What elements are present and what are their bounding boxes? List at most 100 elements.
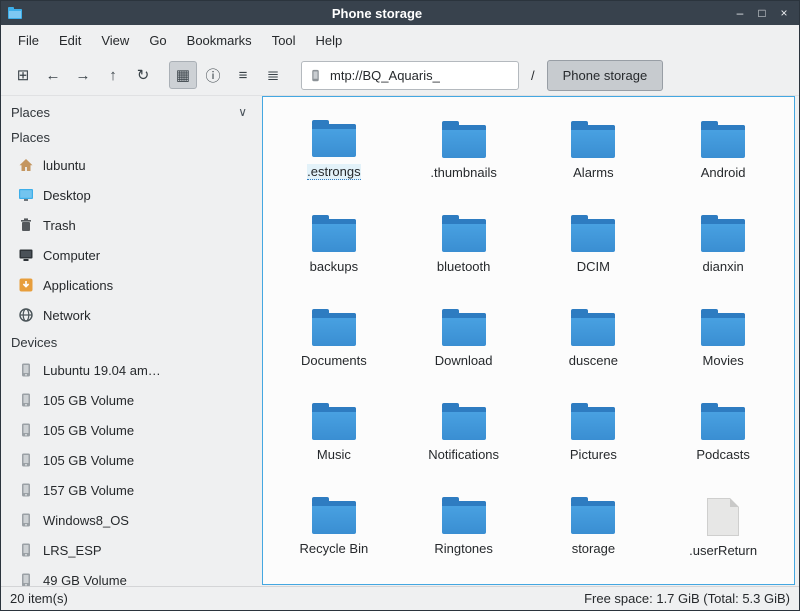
sidebar-device-lubuntu[interactable]: Lubuntu 19.04 am… xyxy=(1,355,261,385)
file-item[interactable]: Recycle Bin xyxy=(269,481,399,575)
file-item[interactable]: Ringtones xyxy=(399,481,529,575)
sidebar-item-label: 49 GB Volume xyxy=(43,573,127,587)
device-icon xyxy=(18,572,34,586)
file-item[interactable]: backups xyxy=(269,199,399,293)
device-icon xyxy=(18,512,34,528)
file-item[interactable]: Pictures xyxy=(529,387,659,481)
computer-icon xyxy=(18,247,34,263)
sidebar-item-label: 105 GB Volume xyxy=(43,393,134,408)
path-root-crumb[interactable]: / xyxy=(519,68,547,83)
sidebar: Places ∨ Places lubuntu Desktop xyxy=(1,96,261,586)
file-item-label: Documents xyxy=(301,353,367,368)
sidebar-item-network[interactable]: Network xyxy=(1,300,261,330)
file-item[interactable]: Download xyxy=(399,293,529,387)
file-item[interactable]: storage xyxy=(529,481,659,575)
menu-help[interactable]: Help xyxy=(307,29,352,52)
sidebar-item-applications[interactable]: Applications xyxy=(1,270,261,300)
chevron-down-icon[interactable]: ∨ xyxy=(234,105,251,119)
sidebar-item-trash[interactable]: Trash xyxy=(1,210,261,240)
file-item-label: .thumbnails xyxy=(430,165,496,180)
sidebar-device-windows8[interactable]: Windows8_OS xyxy=(1,505,261,535)
applications-icon xyxy=(18,277,34,293)
sidebar-item-home[interactable]: lubuntu xyxy=(1,150,261,180)
folder-icon xyxy=(701,125,745,158)
folder-icon xyxy=(571,313,615,346)
menu-file[interactable]: File xyxy=(9,29,48,52)
menu-view[interactable]: View xyxy=(92,29,138,52)
sidebar-device-volume-1[interactable]: 105 GB Volume xyxy=(1,385,261,415)
file-item[interactable]: .thumbnails xyxy=(399,105,529,199)
pathbar: / Phone storage xyxy=(301,60,791,91)
info-icon[interactable]: ⓘ xyxy=(199,61,227,89)
back-icon[interactable]: ← xyxy=(39,61,67,89)
mtp-device-icon xyxy=(309,69,322,82)
file-item[interactable]: .userReturn xyxy=(658,481,788,575)
file-item-label: Podcasts xyxy=(696,447,749,462)
toolbar: ⊞ ← → ↑ ↻ ▦ ⓘ ≡ ≣ / Phone storage xyxy=(1,55,799,96)
file-item[interactable]: Documents xyxy=(269,293,399,387)
file-item[interactable]: .estrongs xyxy=(269,105,399,199)
sidebar-item-label: lubuntu xyxy=(43,158,86,173)
new-tab-icon[interactable]: ⊞ xyxy=(9,61,37,89)
sidebar-item-label: 105 GB Volume xyxy=(43,423,134,438)
file-item-label: duscene xyxy=(569,353,618,368)
icon-view-icon[interactable]: ▦ xyxy=(169,61,197,89)
sidebar-device-volume-2[interactable]: 105 GB Volume xyxy=(1,415,261,445)
reload-icon[interactable]: ↻ xyxy=(129,61,157,89)
device-icon xyxy=(18,362,34,378)
content-area: Places ∨ Places lubuntu Desktop xyxy=(1,96,799,586)
folder-icon xyxy=(571,407,615,440)
maximize-button[interactable]: □ xyxy=(753,4,771,22)
path-input[interactable] xyxy=(328,67,511,84)
file-item-label: Android xyxy=(701,165,746,180)
folder-icon xyxy=(312,407,356,440)
sidebar-item-label: Lubuntu 19.04 am… xyxy=(43,363,161,378)
file-item[interactable]: Movies xyxy=(658,293,788,387)
file-item-label: Music xyxy=(317,447,351,462)
detailed-view-icon[interactable]: ≣ xyxy=(259,61,287,89)
file-item[interactable]: DCIM xyxy=(529,199,659,293)
file-item-label: Ringtones xyxy=(434,541,493,556)
menu-go[interactable]: Go xyxy=(140,29,175,52)
folder-icon xyxy=(312,313,356,346)
compact-view-icon[interactable]: ≡ xyxy=(229,61,257,89)
close-button[interactable]: × xyxy=(775,4,793,22)
sidebar-device-volume-3[interactable]: 105 GB Volume xyxy=(1,445,261,475)
folder-grid: .estrongs .thumbnails Alarms Android bac… xyxy=(263,97,794,584)
titlebar: Phone storage – □ × xyxy=(1,1,799,25)
folder-icon xyxy=(312,501,356,534)
file-item-label: .estrongs xyxy=(307,164,360,180)
path-crumb-phone-storage[interactable]: Phone storage xyxy=(547,60,664,91)
file-item[interactable]: Music xyxy=(269,387,399,481)
sidebar-panel-title: Places xyxy=(11,105,50,120)
sidebar-device-volume-5[interactable]: 49 GB Volume xyxy=(1,565,261,586)
file-item[interactable]: bluetooth xyxy=(399,199,529,293)
menu-edit[interactable]: Edit xyxy=(50,29,90,52)
folder-icon xyxy=(442,313,486,346)
sidebar-device-lrs-esp[interactable]: LRS_ESP xyxy=(1,535,261,565)
device-icon xyxy=(18,542,34,558)
folder-icon xyxy=(312,219,356,252)
file-item[interactable]: Android xyxy=(658,105,788,199)
menu-tool[interactable]: Tool xyxy=(263,29,305,52)
file-item[interactable]: Podcasts xyxy=(658,387,788,481)
sidebar-item-label: Network xyxy=(43,308,91,323)
file-item[interactable]: dianxin xyxy=(658,199,788,293)
up-icon[interactable]: ↑ xyxy=(99,61,127,89)
sidebar-item-label: Windows8_OS xyxy=(43,513,129,528)
sidebar-device-volume-4[interactable]: 157 GB Volume xyxy=(1,475,261,505)
file-item[interactable]: duscene xyxy=(529,293,659,387)
file-manager-window: Phone storage – □ × File Edit View Go Bo… xyxy=(0,0,800,611)
sidebar-item-computer[interactable]: Computer xyxy=(1,240,261,270)
menu-bookmarks[interactable]: Bookmarks xyxy=(178,29,261,52)
minimize-button[interactable]: – xyxy=(731,4,749,22)
folder-icon xyxy=(701,407,745,440)
sidebar-item-label: Desktop xyxy=(43,188,91,203)
folder-icon xyxy=(571,125,615,158)
file-item[interactable]: Notifications xyxy=(399,387,529,481)
folder-icon xyxy=(571,219,615,252)
file-item[interactable]: Alarms xyxy=(529,105,659,199)
forward-icon[interactable]: → xyxy=(69,61,97,89)
sidebar-item-desktop[interactable]: Desktop xyxy=(1,180,261,210)
app-icon xyxy=(7,6,23,20)
